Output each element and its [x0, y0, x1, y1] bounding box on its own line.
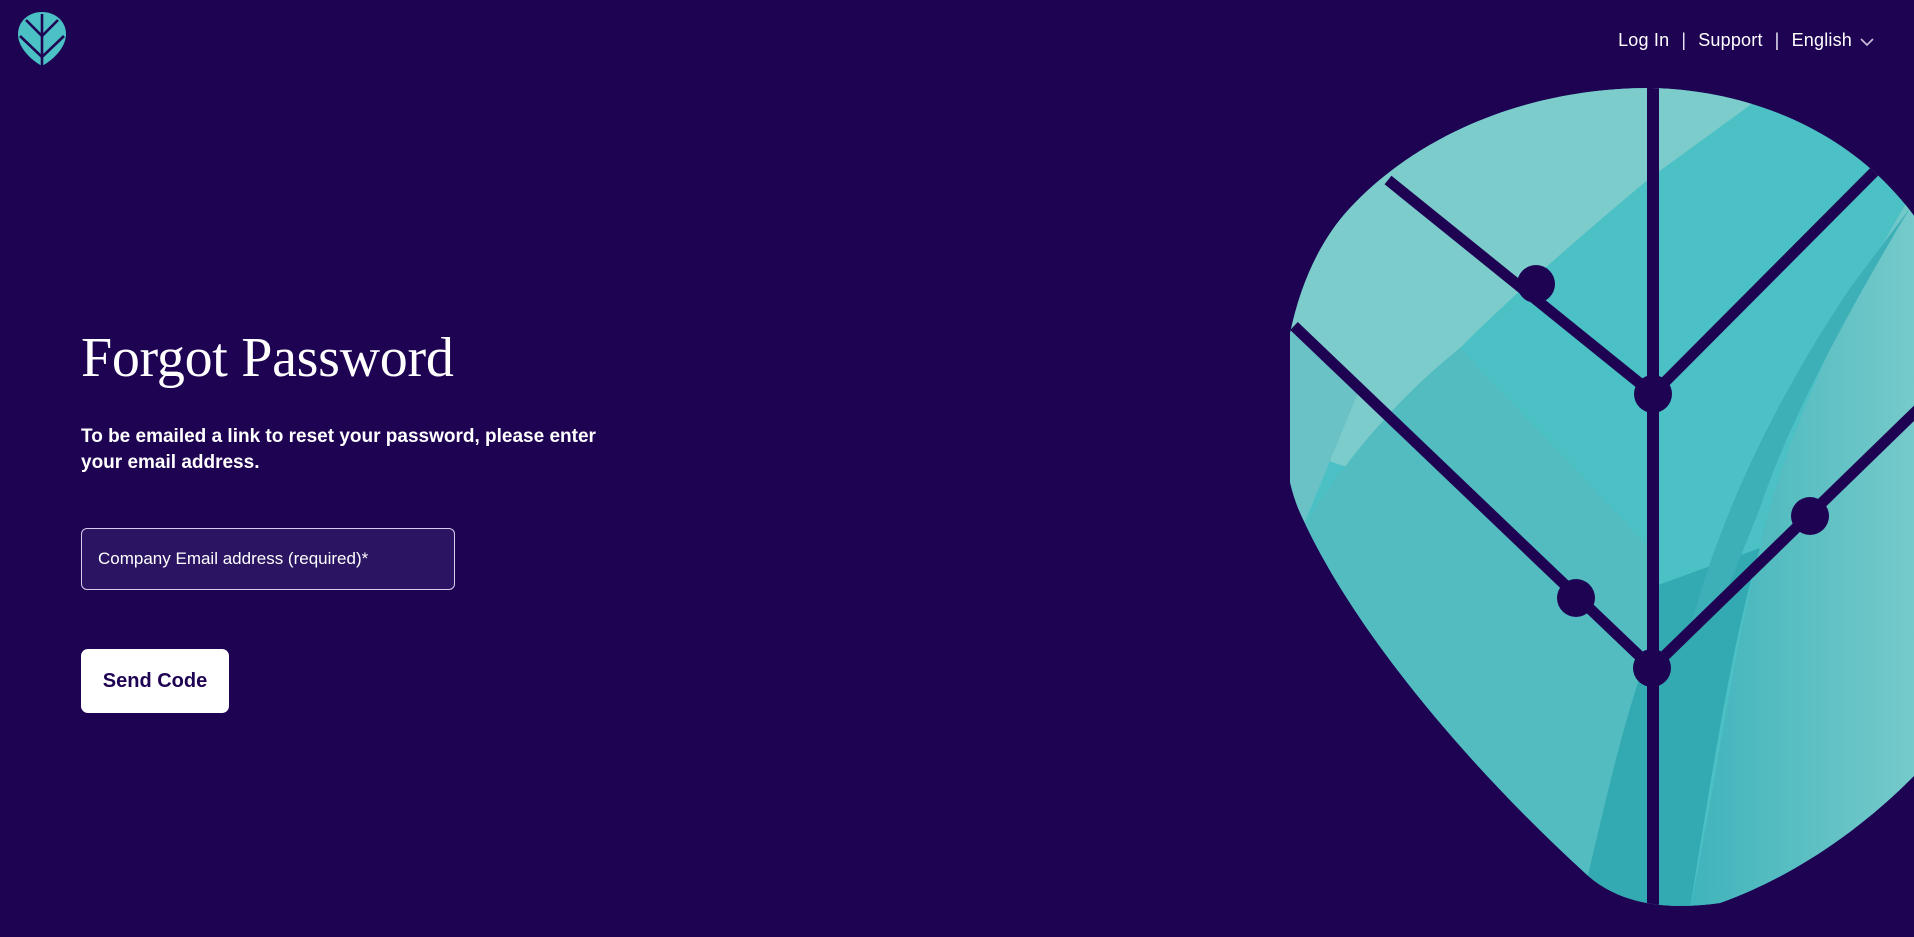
language-label: English — [1791, 30, 1852, 50]
forgot-password-page: Log In | Support | English Forgot Passwo… — [0, 0, 1914, 937]
send-code-button[interactable]: Send Code — [81, 649, 229, 713]
language-selector[interactable]: English — [1792, 30, 1874, 51]
instructions-text: To be emailed a link to reset your passw… — [81, 426, 596, 473]
login-link[interactable]: Log In — [1618, 30, 1669, 51]
leaf-illustration-icon — [1290, 88, 1914, 906]
top-nav: Log In | Support | English — [1618, 30, 1874, 51]
forgot-password-form: Forgot Password To be emailed a link to … — [81, 326, 641, 713]
nav-separator: | — [1774, 30, 1780, 50]
email-input[interactable] — [96, 528, 440, 590]
chevron-down-icon — [1860, 37, 1874, 46]
leaf-logo-icon[interactable] — [18, 12, 66, 68]
nav-separator: | — [1681, 30, 1687, 50]
support-link[interactable]: Support — [1698, 30, 1762, 51]
email-field[interactable] — [81, 528, 455, 590]
page-title: Forgot Password — [81, 327, 454, 389]
